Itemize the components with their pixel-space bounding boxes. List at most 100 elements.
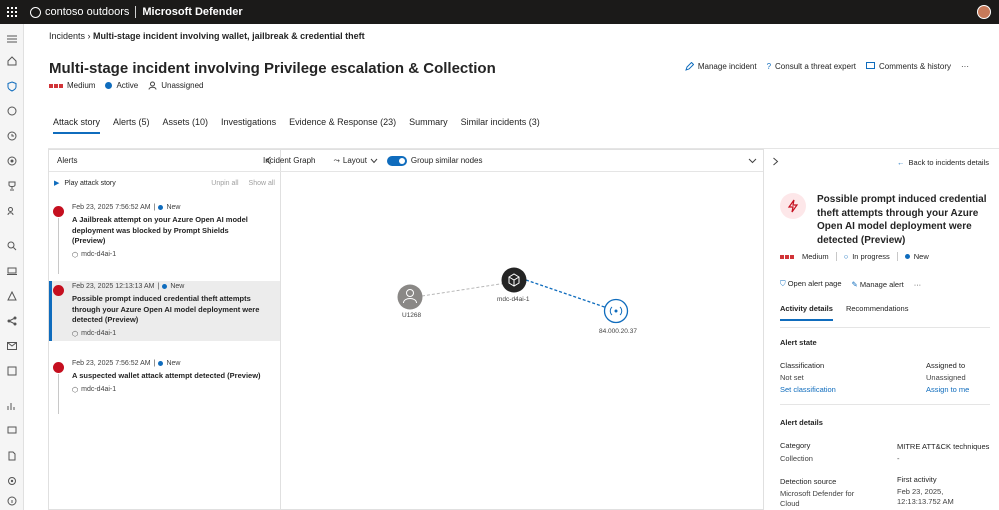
info-icon[interactable] — [5, 494, 19, 508]
first-activity-value: Feb 23, 2025, 12:13:13.752 AM — [897, 487, 954, 506]
tab-attack-story[interactable]: Attack story — [53, 117, 101, 134]
hunting-icon[interactable] — [5, 154, 19, 168]
alert-status: New — [166, 204, 181, 211]
back-to-incident-button[interactable]: ← Back to incidents details — [897, 158, 989, 167]
apps-icon[interactable] — [5, 364, 19, 378]
alert-severity-icon — [53, 285, 64, 296]
alert-icon[interactable] — [5, 104, 19, 118]
unpin-all-button[interactable]: Unpin all — [211, 180, 238, 187]
alert-title: A suspected wallet attack attempt detect… — [72, 371, 261, 380]
alerts-panel: Alerts ▶ Play attack story Unpin all Sho… — [48, 149, 281, 510]
alert-icon — [780, 193, 806, 219]
assignee-label: Unassigned — [161, 81, 204, 90]
assigned-to-label: Assigned to — [926, 361, 966, 370]
layout-dropdown[interactable]: Layout — [343, 156, 367, 165]
more-options-button[interactable]: ··· — [961, 62, 969, 71]
severity-label: Medium — [802, 252, 829, 261]
tab-recommendations[interactable]: Recommendations — [846, 304, 909, 321]
device-icon[interactable] — [5, 264, 19, 278]
tab-similar-incidents[interactable]: Similar incidents (3) — [461, 117, 540, 134]
comments-history-button[interactable]: Comments & history — [865, 62, 951, 71]
avatar[interactable] — [977, 5, 991, 19]
settings-icon[interactable] — [5, 474, 19, 488]
top-bar: contoso outdoors Microsoft Defender — [0, 0, 999, 24]
alert-details-panel: ← Back to incidents details Possible pro… — [763, 149, 999, 510]
chevron-down-icon[interactable] — [370, 158, 378, 164]
app-launcher-icon[interactable] — [0, 0, 24, 24]
left-nav — [0, 24, 24, 510]
edit-icon: ✎ — [851, 279, 858, 289]
edit-icon — [685, 62, 694, 71]
assign-to-me-link[interactable]: Assign to me — [926, 385, 969, 394]
reports-icon[interactable] — [5, 399, 19, 413]
category-label: Category — [780, 441, 811, 450]
tab-activity-details[interactable]: Activity details — [780, 304, 833, 321]
manage-incident-button[interactable]: Manage incident — [685, 62, 757, 71]
person-icon — [148, 81, 157, 90]
status-label: New — [913, 252, 929, 261]
ip-node-label: 84.000.20.37 — [599, 328, 637, 335]
vulnerability-icon[interactable] — [5, 289, 19, 303]
tab-investigations[interactable]: Investigations — [221, 117, 276, 134]
classification-value: Not set — [780, 373, 804, 382]
tab-assets[interactable]: Assets (10) — [163, 117, 209, 134]
alert-item-selected[interactable]: Feb 23, 2025 12:13:13 AM | New Possible … — [49, 281, 280, 341]
status-dot-icon — [158, 205, 164, 210]
history-icon[interactable] — [5, 129, 19, 143]
tab-summary[interactable]: Summary — [409, 117, 448, 134]
tab-alerts[interactable]: Alerts (5) — [113, 117, 150, 134]
alert-source: mdc-d4ai-1 — [81, 386, 117, 393]
product-name[interactable]: Microsoft Defender — [142, 6, 242, 18]
status-dot-icon — [105, 82, 113, 89]
manage-alert-label: Manage alert — [859, 279, 904, 289]
manage-alert-button[interactable]: ✎ Manage alert — [852, 280, 904, 289]
resource-node[interactable] — [501, 267, 527, 293]
user-node[interactable] — [397, 284, 423, 310]
partners-icon[interactable] — [5, 204, 19, 218]
resource-icon: ⬡ — [72, 386, 79, 394]
mail-icon[interactable] — [5, 339, 19, 353]
incident-actions: Manage incident ? Consult a threat exper… — [685, 62, 969, 71]
alert-item[interactable]: Feb 23, 2025 7:56:52 AM | New A suspecte… — [49, 358, 280, 418]
search-icon[interactable] — [5, 239, 19, 253]
chevron-right-icon[interactable] — [772, 157, 779, 166]
home-icon[interactable] — [5, 54, 19, 68]
chevron-down-icon[interactable] — [748, 158, 757, 164]
resource-icon: ⬡ — [72, 330, 79, 338]
comments-history-label: Comments & history — [878, 62, 951, 71]
group-similar-toggle[interactable] — [386, 155, 407, 166]
brand-name[interactable]: contoso outdoors — [45, 6, 129, 18]
more-options-button[interactable]: ··· — [914, 280, 922, 289]
alert-severity-icon — [53, 206, 64, 217]
resource-node-label: mdc-d4ai-1 — [497, 296, 530, 303]
mitre-label: MITRE ATT&CK techniques — [897, 442, 990, 451]
status-dot-icon — [162, 284, 168, 289]
alerts-panel-title: Alerts — [57, 156, 78, 165]
hamburger-icon[interactable] — [5, 32, 19, 46]
play-icon: ▶ — [54, 180, 60, 187]
ip-node[interactable] — [603, 298, 629, 324]
consult-expert-button[interactable]: ? Consult a threat expert — [767, 62, 856, 71]
tab-evidence-response[interactable]: Evidence & Response (23) — [289, 117, 396, 134]
alert-severity-icon — [53, 362, 64, 373]
play-attack-story-button[interactable]: Play attack story — [64, 180, 115, 187]
category-value: Collection — [780, 454, 813, 463]
share-icon[interactable] — [5, 314, 19, 328]
shield-icon[interactable] — [5, 79, 19, 93]
alert-time: Feb 23, 2025 12:13:13 AM — [72, 283, 155, 290]
alert-item[interactable]: Feb 23, 2025 7:56:52 AM | New A Jailbrea… — [49, 202, 280, 277]
alert-time: Feb 23, 2025 7:56:52 AM — [72, 204, 151, 211]
chat-icon[interactable] — [5, 424, 19, 438]
alert-source: mdc-d4ai-1 — [81, 330, 117, 337]
trophy-icon[interactable] — [5, 179, 19, 193]
document-icon[interactable] — [5, 449, 19, 463]
resource-icon: ⬡ — [72, 251, 79, 259]
breadcrumb-incidents[interactable]: Incidents — [49, 31, 85, 41]
alert-status: New — [166, 360, 181, 367]
set-classification-link[interactable]: Set classification — [780, 385, 836, 394]
graph-edge — [525, 279, 617, 312]
status-dot-icon — [158, 361, 164, 366]
graph-canvas — [397, 267, 629, 324]
open-alert-page-button[interactable]: ⛉ Open alert page — [780, 279, 842, 289]
timeline-line — [58, 374, 59, 414]
